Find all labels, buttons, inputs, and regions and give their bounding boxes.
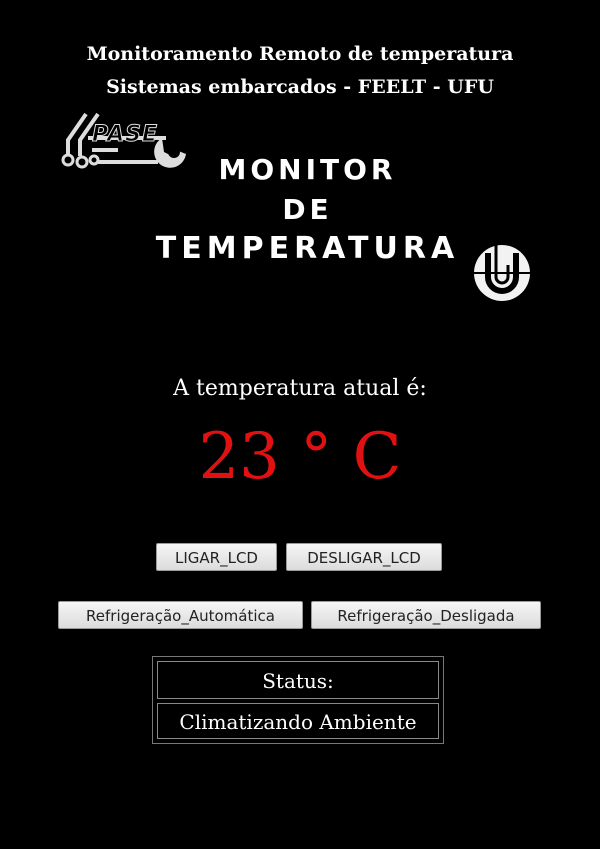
status-value: Climatizando Ambiente <box>157 703 439 739</box>
monitor-title-line2: DE <box>282 193 333 226</box>
desligar-lcd-button[interactable]: DESLIGAR_LCD <box>286 543 442 571</box>
header-title-line1: Monitoramento Remoto de temperatura <box>86 43 514 65</box>
ufu-logo <box>466 243 538 303</box>
pase-logo-text: PASE <box>91 122 159 148</box>
monitor-title-line1: MONITOR <box>218 153 397 186</box>
header-title-line2: Sistemas embarcados - FEELT - UFU <box>106 76 494 98</box>
monitor-title-line3: TEMPERATURA <box>155 231 460 266</box>
temperature-label: A temperatura atual é: <box>173 376 427 401</box>
status-header: Status: <box>157 661 439 699</box>
refrigeracao-automatica-button[interactable]: Refrigeração_Automática <box>58 601 303 629</box>
temperature-value: 23 ° C <box>198 420 402 494</box>
status-table: Status: Climatizando Ambiente <box>152 656 444 744</box>
refrigeracao-desligada-button[interactable]: Refrigeração_Desligada <box>311 601 541 629</box>
ufu-logo-icon <box>474 245 530 301</box>
ligar-lcd-button[interactable]: LIGAR_LCD <box>156 543 277 571</box>
